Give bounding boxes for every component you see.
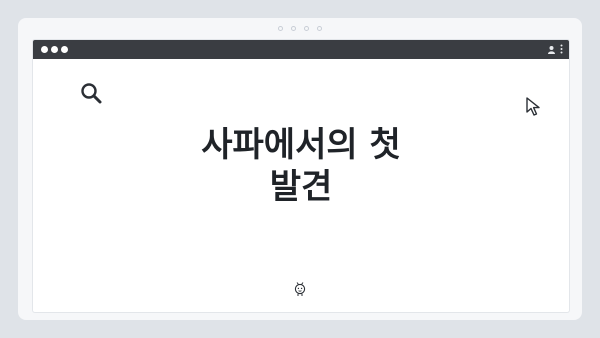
browser-window: 사파에서의 첫 발견 <box>33 40 569 312</box>
window-controls <box>41 46 68 53</box>
user-icon[interactable] <box>547 45 556 54</box>
close-window-button[interactable] <box>41 46 48 53</box>
carousel-dots <box>18 26 582 32</box>
carousel-dot[interactable] <box>304 26 309 31</box>
title-line-1: 사파에서의 첫 <box>201 125 401 165</box>
more-vertical-icon[interactable] <box>560 44 563 54</box>
carousel-dot[interactable] <box>317 26 322 31</box>
cursor-icon <box>526 97 540 116</box>
carousel-dot[interactable] <box>291 26 296 31</box>
maximize-window-button[interactable] <box>61 46 68 53</box>
titlebar-actions <box>547 44 563 54</box>
search-icon[interactable] <box>80 82 104 106</box>
minimize-window-button[interactable] <box>51 46 58 53</box>
page-title: 사파에서의 첫 발견 <box>33 124 569 208</box>
window-titlebar <box>33 40 569 59</box>
carousel-dot[interactable] <box>278 26 283 31</box>
bulb-face-icon <box>294 282 306 296</box>
title-line-2: 발견 <box>269 167 333 207</box>
